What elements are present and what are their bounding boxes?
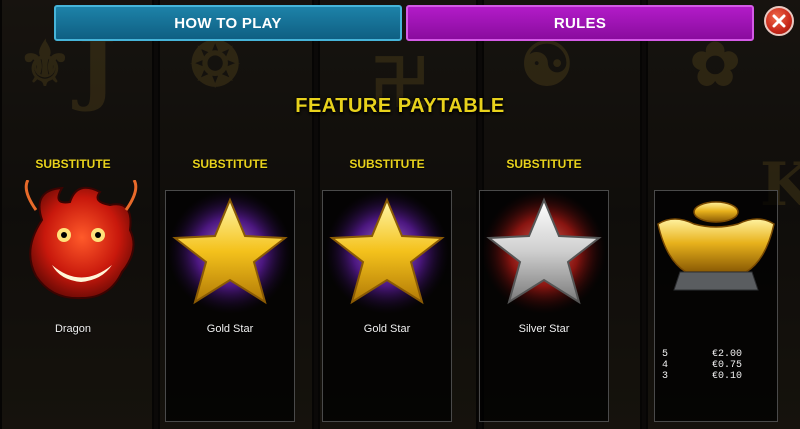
payout-table: 5 €2.00 4 €0.75 3 €0.10 [662,349,742,382]
symbol-header: SUBSTITUTE [349,157,425,171]
payout-count: 4 [662,360,669,371]
payout-amount: €0.75 [711,360,742,371]
payout-row: 3 €0.10 [662,371,742,382]
payout-count: 3 [662,371,669,382]
tab-rules[interactable]: RULES [406,5,754,41]
silver-star-icon [479,190,609,320]
symbol-header: SUBSTITUTE [35,157,111,171]
symbol-header: SUBSTITUTE [506,157,582,171]
dragon-icon [22,179,140,310]
close-button[interactable] [764,6,794,36]
symbol-name: Gold Star [206,323,254,335]
gold-star-icon [322,190,452,320]
payout-row: 4 €0.75 [662,360,742,371]
payout-row: 5 €2.00 [662,349,742,360]
symbol-header: SUBSTITUTE [192,157,268,171]
tab-how-to-play[interactable]: HOW TO PLAY [54,5,402,41]
symbol-name: Silver Star [518,323,570,335]
gold-ingot-icon [654,200,778,305]
symbol-name: Dragon [54,323,92,335]
page-title: FEATURE PAYTABLE [295,95,505,117]
payout-count: 5 [662,349,669,360]
payout-amount: €2.00 [711,349,742,360]
gold-star-icon [165,190,295,320]
close-icon [772,14,786,28]
payout-amount: €0.10 [711,371,742,382]
symbol-name: Gold Star [363,323,411,335]
